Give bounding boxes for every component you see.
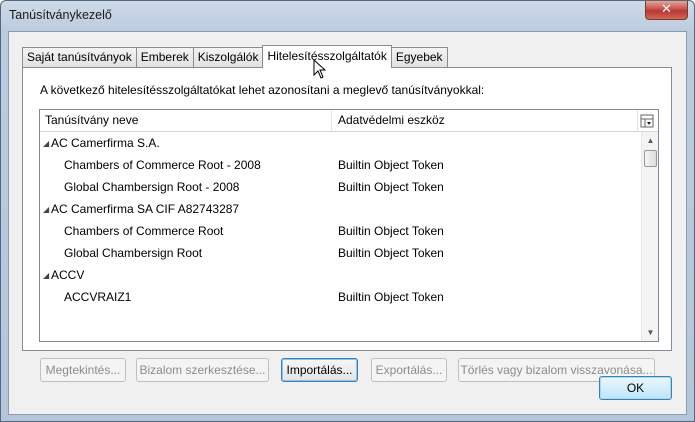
scrollbar-thumb[interactable] bbox=[644, 150, 657, 167]
security-device: Builtin Object Token bbox=[338, 224, 444, 238]
vertical-scrollbar[interactable]: ▲ ▼ bbox=[641, 132, 658, 341]
security-device: Builtin Object Token bbox=[338, 246, 444, 260]
panel-description: A következő hitelesítésszolgáltatókat le… bbox=[40, 83, 485, 97]
tab-strip: Saját tanúsítványok Emberek Kiszolgálók … bbox=[22, 45, 448, 68]
window-title: Tanúsítványkezelő bbox=[9, 8, 112, 22]
edit-trust-button[interactable]: Bizalom szerkesztése... bbox=[136, 358, 269, 382]
view-button[interactable]: Megtekintés... bbox=[40, 358, 126, 382]
close-button[interactable]: ✕ bbox=[645, 1, 688, 20]
certificate-name: Global Chambersign Root bbox=[64, 246, 203, 260]
column-picker-icon[interactable] bbox=[640, 114, 654, 128]
tab-others[interactable]: Egyebek bbox=[390, 47, 448, 67]
tree-row[interactable]: Global Chambersign Root - 2008 Builtin O… bbox=[40, 176, 638, 198]
tab-servers[interactable]: Kiszolgálók bbox=[192, 47, 264, 67]
certificate-name: Chambers of Commerce Root bbox=[64, 224, 224, 238]
ok-button[interactable]: OK bbox=[599, 376, 672, 400]
tree-group-row[interactable]: ◢ AC Camerfirma SA CIF A82743287 bbox=[40, 198, 638, 220]
certificate-name: Global Chambersign Root - 2008 bbox=[64, 180, 240, 194]
certificate-manager-window: Tanúsítványkezelő ✕ Saját tanúsítványok … bbox=[0, 0, 695, 422]
certificate-name: ACCVRAIZ1 bbox=[64, 290, 132, 304]
import-button[interactable]: Importálás... bbox=[281, 358, 358, 382]
tab-my-certificates[interactable]: Saját tanúsítványok bbox=[22, 47, 137, 67]
mouse-cursor-icon bbox=[313, 59, 327, 79]
tab-people[interactable]: Emberek bbox=[135, 47, 194, 67]
column-header-certificate-name[interactable]: Tanúsítvány neve bbox=[40, 110, 332, 132]
group-cell: ◢ AC Camerfirma S.A. bbox=[43, 132, 160, 155]
group-name: AC Camerfirma SA CIF A82743287 bbox=[51, 202, 240, 216]
title-bar[interactable]: Tanúsítványkezelő ✕ bbox=[1, 1, 694, 31]
scroll-down-arrow-icon[interactable]: ▼ bbox=[642, 324, 658, 341]
authorities-panel: A következő hitelesítésszolgáltatókat le… bbox=[22, 67, 672, 382]
security-device: Builtin Object Token bbox=[338, 290, 444, 304]
tree-group-row[interactable]: ◢ ACCV bbox=[40, 264, 638, 286]
group-name: ACCV bbox=[51, 268, 85, 282]
tree-header: Tanúsítvány neve Adatvédelmi eszköz bbox=[40, 110, 658, 132]
group-name: AC Camerfirma S.A. bbox=[51, 136, 160, 150]
column-header-security-device[interactable]: Adatvédelmi eszköz bbox=[333, 110, 638, 132]
tree-group-row[interactable]: ◢ AC Camerfirma S.A. bbox=[40, 132, 638, 154]
expand-twisty-icon[interactable]: ◢ bbox=[43, 265, 51, 287]
certificate-name: Chambers of Commerce Root - 2008 bbox=[64, 158, 261, 172]
export-button[interactable]: Exportálás... bbox=[371, 358, 447, 382]
dialog-body: Saját tanúsítványok Emberek Kiszolgálók … bbox=[8, 31, 687, 415]
certificate-tree[interactable]: Tanúsítvány neve Adatvédelmi eszköz ◢ AC … bbox=[39, 109, 659, 342]
expand-twisty-icon[interactable]: ◢ bbox=[43, 199, 51, 221]
tree-row[interactable]: Global Chambersign Root Builtin Object T… bbox=[40, 242, 638, 264]
security-device: Builtin Object Token bbox=[338, 158, 444, 172]
tree-row[interactable]: Chambers of Commerce Root Builtin Object… bbox=[40, 220, 638, 242]
security-device: Builtin Object Token bbox=[338, 180, 444, 194]
tree-row[interactable]: ACCVRAIZ1 Builtin Object Token bbox=[40, 286, 638, 308]
tab-authorities[interactable]: Hitelesítésszolgáltatók bbox=[262, 45, 392, 68]
expand-twisty-icon[interactable]: ◢ bbox=[43, 133, 51, 155]
tree-row[interactable]: Chambers of Commerce Root - 2008 Builtin… bbox=[40, 154, 638, 176]
group-cell: ◢ AC Camerfirma SA CIF A82743287 bbox=[43, 198, 239, 221]
tree-rows: ◢ AC Camerfirma S.A. Chambers of Commerce… bbox=[40, 132, 638, 308]
scroll-up-arrow-icon[interactable]: ▲ bbox=[642, 132, 658, 149]
group-cell: ◢ ACCV bbox=[43, 264, 84, 287]
